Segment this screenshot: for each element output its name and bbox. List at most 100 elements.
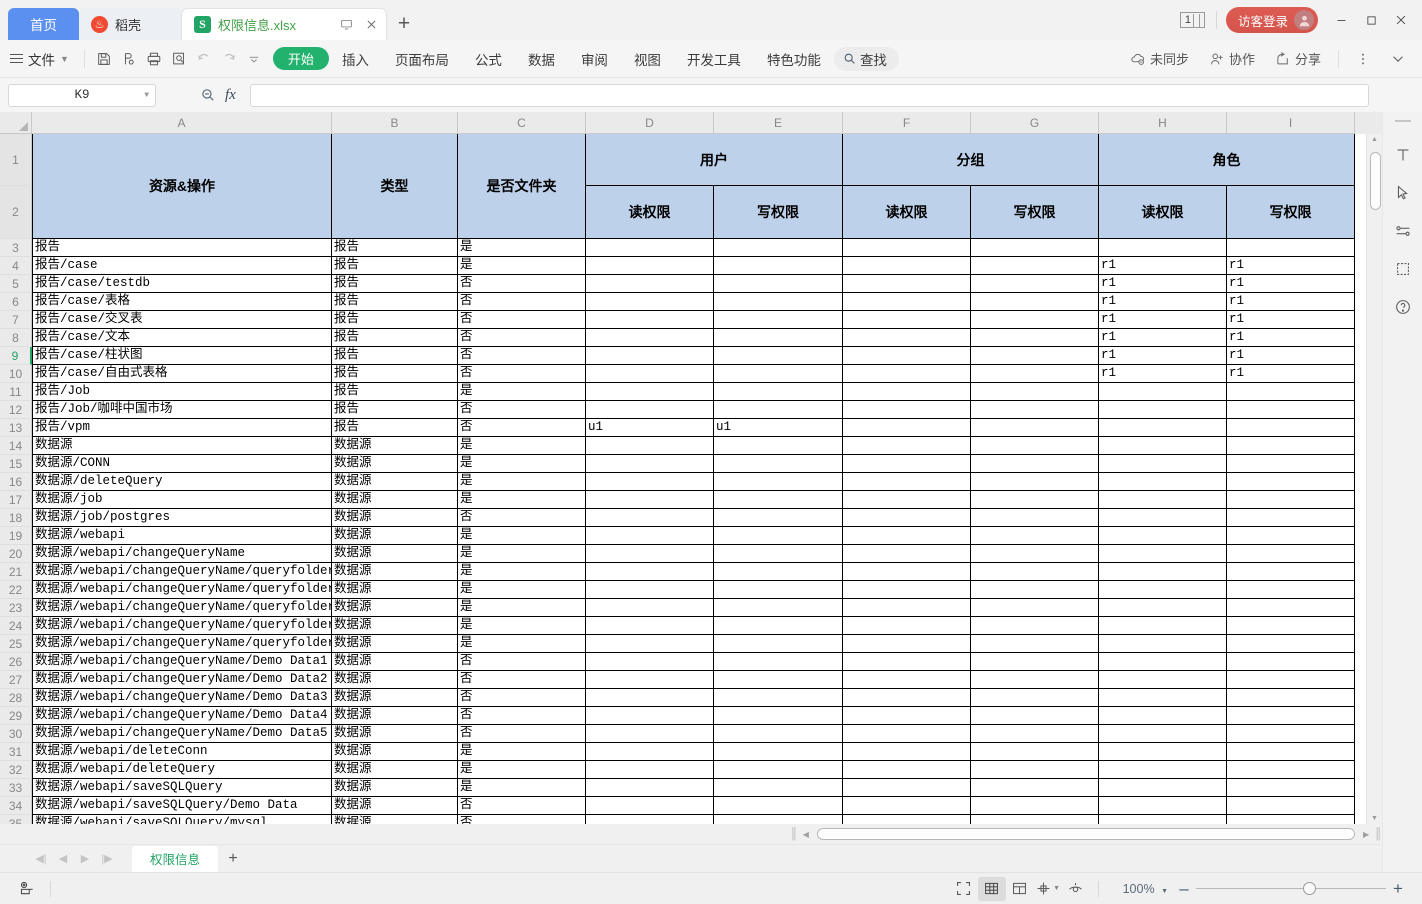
header-group-title[interactable]: 用户 — [586, 134, 843, 186]
cell-E18[interactable] — [714, 509, 843, 527]
cell-I26[interactable] — [1227, 653, 1355, 671]
ribbon-tab-developer[interactable]: 开发工具 — [674, 46, 754, 72]
cell-G11[interactable] — [971, 383, 1099, 401]
row-header-16[interactable]: 16 — [0, 473, 32, 491]
share-button[interactable]: 分享 — [1265, 49, 1331, 68]
cell-E3[interactable] — [714, 239, 843, 257]
header-group-title[interactable]: 角色 — [1099, 134, 1355, 186]
cell-G18[interactable] — [971, 509, 1099, 527]
cell-C3[interactable]: 是 — [458, 239, 586, 257]
cell-F10[interactable] — [843, 365, 971, 383]
cell-F23[interactable] — [843, 599, 971, 617]
cell-D4[interactable] — [586, 257, 714, 275]
cell-B33[interactable]: 数据源 — [332, 779, 458, 797]
cell-F8[interactable] — [843, 329, 971, 347]
horizontal-scroll-thumb[interactable] — [817, 828, 1355, 840]
cell-B24[interactable]: 数据源 — [332, 617, 458, 635]
row-header-5[interactable]: 5 — [0, 275, 32, 293]
row-header-8[interactable]: 8 — [0, 329, 32, 347]
cell-A15[interactable]: 数据源/CONN — [32, 455, 332, 473]
name-box[interactable]: K9 ▼ — [8, 84, 156, 107]
cell-A4[interactable]: 报告/case — [32, 257, 332, 275]
cell-E27[interactable] — [714, 671, 843, 689]
cell-E14[interactable] — [714, 437, 843, 455]
zoom-slider[interactable] — [1196, 882, 1386, 896]
zoom-level-button[interactable]: 100% ▼ — [1123, 882, 1168, 896]
cell-I24[interactable] — [1227, 617, 1355, 635]
cell-A16[interactable]: 数据源/deleteQuery — [32, 473, 332, 491]
cell-I13[interactable] — [1227, 419, 1355, 437]
cell-I4[interactable]: r1 — [1227, 257, 1355, 275]
cell-B7[interactable]: 报告 — [332, 311, 458, 329]
cell-I8[interactable]: r1 — [1227, 329, 1355, 347]
row-header-20[interactable]: 20 — [0, 545, 32, 563]
row-header-9[interactable]: 9 — [0, 347, 32, 365]
tab-permission-xlsx[interactable]: S 权限信息.xlsx — [181, 8, 387, 40]
cell-A21[interactable]: 数据源/webapi/changeQueryName/queryfolder1 — [32, 563, 332, 581]
cell-B10[interactable]: 报告 — [332, 365, 458, 383]
cell-H18[interactable] — [1099, 509, 1227, 527]
row-header-23[interactable]: 23 — [0, 599, 32, 617]
cell-G33[interactable] — [971, 779, 1099, 797]
cell-I18[interactable] — [1227, 509, 1355, 527]
zoom-slider-knob[interactable] — [1303, 882, 1316, 895]
table-row[interactable]: 数据源/job/postgres数据源否 — [32, 509, 1366, 527]
cell-C22[interactable]: 是 — [458, 581, 586, 599]
cell-G22[interactable] — [971, 581, 1099, 599]
cell-G26[interactable] — [971, 653, 1099, 671]
vertical-scroll-thumb[interactable] — [1370, 152, 1381, 210]
cell-E31[interactable] — [714, 743, 843, 761]
cell-B14[interactable]: 数据源 — [332, 437, 458, 455]
scroll-left-icon[interactable]: ◀ — [803, 830, 809, 839]
table-row[interactable]: 数据源/webapi/changeQueryName/queryfolder4数… — [32, 617, 1366, 635]
split-handle-right-icon[interactable]: ║ — [1374, 828, 1382, 840]
cell-I6[interactable]: r1 — [1227, 293, 1355, 311]
row-header-24[interactable]: 24 — [0, 617, 32, 635]
cell-C31[interactable]: 是 — [458, 743, 586, 761]
cell-I29[interactable] — [1227, 707, 1355, 725]
column-header-e[interactable]: E — [714, 112, 843, 134]
cell-E25[interactable] — [714, 635, 843, 653]
cell-F25[interactable] — [843, 635, 971, 653]
cell-B9[interactable]: 报告 — [332, 347, 458, 365]
table-row[interactable]: 数据源/webapi/changeQueryName/queryfolder3数… — [32, 599, 1366, 617]
cell-E32[interactable] — [714, 761, 843, 779]
cell-B8[interactable]: 报告 — [332, 329, 458, 347]
cell-H29[interactable] — [1099, 707, 1227, 725]
sync-status-button[interactable]: 未同步 — [1120, 49, 1199, 68]
cell-D32[interactable] — [586, 761, 714, 779]
cell-H20[interactable] — [1099, 545, 1227, 563]
cell-C6[interactable]: 否 — [458, 293, 586, 311]
cell-I16[interactable] — [1227, 473, 1355, 491]
cell-H9[interactable]: r1 — [1099, 347, 1227, 365]
cell-D11[interactable] — [586, 383, 714, 401]
last-sheet-icon[interactable]: |▶ — [96, 852, 118, 865]
cell-D33[interactable] — [586, 779, 714, 797]
cell-B23[interactable]: 数据源 — [332, 599, 458, 617]
row-header-4[interactable]: 4 — [0, 257, 32, 275]
cell-I21[interactable] — [1227, 563, 1355, 581]
cell-G12[interactable] — [971, 401, 1099, 419]
cell-C13[interactable]: 否 — [458, 419, 586, 437]
cell-C10[interactable]: 否 — [458, 365, 586, 383]
table-row[interactable]: 数据源/webapi/changeQueryName/queryfolder5数… — [32, 635, 1366, 653]
cell-I28[interactable] — [1227, 689, 1355, 707]
cell-B22[interactable]: 数据源 — [332, 581, 458, 599]
cell-F22[interactable] — [843, 581, 971, 599]
cell-A23[interactable]: 数据源/webapi/changeQueryName/queryfolder3 — [32, 599, 332, 617]
column-header-a[interactable]: A — [32, 112, 332, 134]
cell-G19[interactable] — [971, 527, 1099, 545]
cell-H35[interactable] — [1099, 815, 1227, 824]
cell-A32[interactable]: 数据源/webapi/deleteQuery — [32, 761, 332, 779]
cell-C7[interactable]: 否 — [458, 311, 586, 329]
row-header-1[interactable]: 1 — [0, 134, 32, 186]
row-header-3[interactable]: 3 — [0, 239, 32, 257]
cell-H33[interactable] — [1099, 779, 1227, 797]
table-row[interactable]: 报告/case/表格报告否r1r1 — [32, 293, 1366, 311]
cell-F24[interactable] — [843, 617, 971, 635]
cell-A9[interactable]: 报告/case/柱状图 — [32, 347, 332, 365]
cell-E17[interactable] — [714, 491, 843, 509]
cell-F34[interactable] — [843, 797, 971, 815]
cell-A33[interactable]: 数据源/webapi/saveSQLQuery — [32, 779, 332, 797]
table-row[interactable]: 数据源/webapi/changeQueryName/Demo Data2数据源… — [32, 671, 1366, 689]
